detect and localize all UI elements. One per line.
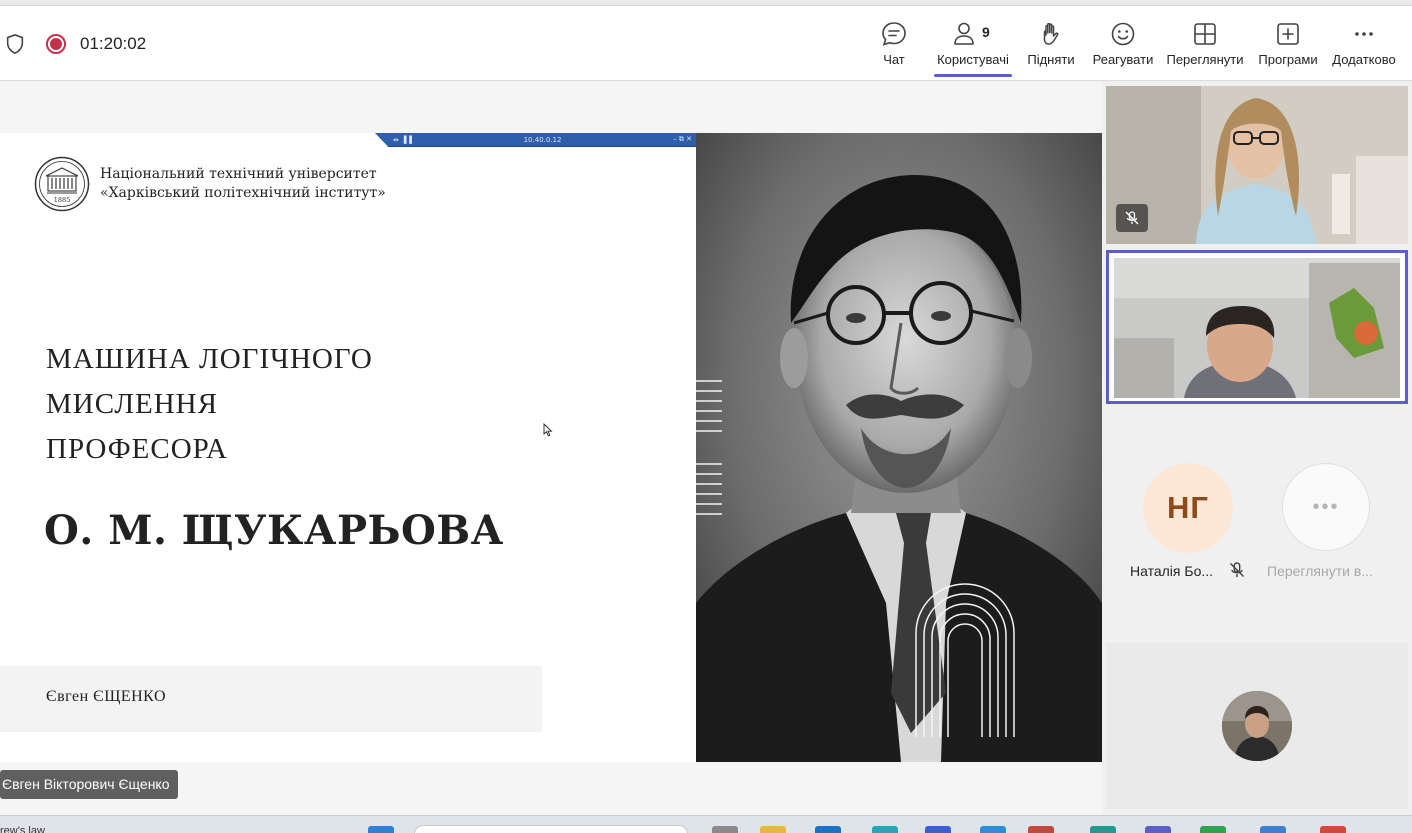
- raise-hand-button[interactable]: Підняти: [1012, 6, 1090, 81]
- react-button[interactable]: Реагувати: [1090, 6, 1156, 81]
- author-band: Євген ЄЩЕНКО: [0, 666, 542, 732]
- participant-video-tile-2-active-speaker[interactable]: [1106, 250, 1408, 404]
- more-icon: [1355, 32, 1373, 36]
- view-all-participants-label[interactable]: Переглянути в...: [1267, 563, 1373, 579]
- taskbar-app-icon[interactable]: [1200, 826, 1226, 833]
- remote-ip: 10.40.0.12: [523, 135, 562, 144]
- mic-muted-indicator: [1116, 204, 1148, 232]
- chat-icon: [882, 22, 906, 46]
- view-button[interactable]: Переглянути: [1156, 6, 1254, 81]
- title-line-1: МАШИНА ЛОГІЧНОГО: [46, 343, 373, 375]
- recording-icon: [46, 34, 66, 54]
- title-line-2: МИСЛЕННЯ: [46, 388, 218, 420]
- start-icon[interactable]: [368, 826, 394, 833]
- meeting-timer: 01:20:02: [80, 34, 147, 53]
- taskbar-window-title[interactable]: rew's law: [0, 825, 45, 833]
- raise-hand-label: Підняти: [1027, 52, 1075, 67]
- taskbar-app-icon[interactable]: [1260, 826, 1286, 833]
- slide-title-name: О. М. ЩУКАРЬОВА: [44, 507, 504, 554]
- portrait-photo: [696, 133, 1102, 762]
- participant-video-tile-1[interactable]: [1106, 86, 1408, 244]
- mouse-cursor-icon: [543, 423, 553, 437]
- presentation-slide: ⇹ ▐▐ 10.40.0.12 – ⧉ ✕ 1885 Національний …: [0, 133, 1102, 762]
- participant-video-1: [1106, 86, 1408, 244]
- window-controls-icon[interactable]: – ⧉ ✕: [673, 135, 692, 144]
- participant-avatar-photo: [1222, 691, 1292, 761]
- taskbar-app-icon[interactable]: [980, 826, 1006, 833]
- participant-name-ng: Наталія Бо...: [1130, 563, 1214, 579]
- apps-label: Програми: [1258, 52, 1318, 67]
- people-button[interactable]: 9 Користувачі: [934, 6, 1012, 81]
- university-line-2: «Харківський політехнічний інститут»: [100, 185, 386, 201]
- more-dots-icon: •••: [1312, 495, 1340, 518]
- participant-video-2: [1114, 258, 1400, 398]
- shared-screen-stage: ⇹ ▐▐ 10.40.0.12 – ⧉ ✕ 1885 Національний …: [0, 82, 1102, 815]
- view-all-participants-avatar[interactable]: •••: [1282, 463, 1370, 551]
- taskbar-app-icon[interactable]: [1028, 826, 1054, 833]
- more-label: Додатково: [1332, 52, 1396, 67]
- university-name: Національний технічний університет «Харк…: [100, 165, 386, 203]
- active-tab-indicator: [934, 74, 1012, 77]
- add-app-icon: [1277, 23, 1299, 45]
- smile-icon: [1111, 22, 1135, 46]
- view-label: Переглянути: [1166, 52, 1244, 67]
- meeting-status: 01:20:02: [0, 32, 146, 56]
- chat-button[interactable]: Чат: [854, 6, 934, 81]
- grid-view-icon: [1194, 23, 1216, 45]
- participant-avatar-ng[interactable]: НГ: [1143, 463, 1233, 553]
- remote-desktop-bar[interactable]: ⇹ ▐▐ 10.40.0.12 – ⧉ ✕: [375, 133, 710, 147]
- people-label: Користувачі: [937, 52, 1009, 67]
- shield-icon: [6, 34, 24, 55]
- teams-icon[interactable]: [1145, 826, 1171, 833]
- taskbar-app-icon[interactable]: [872, 826, 898, 833]
- toolbar-buttons: Чат 9 Користувачі Підняти Реагувати Пере…: [854, 6, 1412, 81]
- taskbar-app-icon[interactable]: [1090, 826, 1116, 833]
- raise-hand-icon: [1043, 22, 1059, 45]
- os-taskbar: rew's law: [0, 815, 1412, 833]
- folder-icon[interactable]: [760, 826, 786, 833]
- taskbar-search[interactable]: [414, 825, 688, 833]
- mic-off-icon: [1125, 211, 1139, 225]
- people-count: 9: [982, 24, 990, 40]
- taskbar-app-icon[interactable]: [712, 826, 738, 833]
- more-button[interactable]: Додатково: [1322, 6, 1406, 81]
- taskbar-app-icon[interactable]: [925, 826, 951, 833]
- title-line-3: ПРОФЕСОРА: [46, 433, 228, 465]
- logo-year: 1885: [54, 196, 71, 204]
- taskbar-app-icon[interactable]: [1320, 826, 1346, 833]
- pin-icon[interactable]: ⇹ ▐▐: [393, 136, 412, 144]
- chat-label: Чат: [883, 52, 905, 67]
- react-label: Реагувати: [1092, 52, 1154, 67]
- mic-off-icon: [1230, 562, 1244, 577]
- apps-button[interactable]: Програми: [1254, 6, 1322, 81]
- slide-title: МАШИНА ЛОГІЧНОГО МИСЛЕННЯ ПРОФЕСОРА: [46, 337, 373, 472]
- meeting-toolbar: 01:20:02 Чат 9 Користувачі Підняти Реагу…: [0, 6, 1412, 81]
- slide-author: Євген ЄЩЕНКО: [46, 688, 166, 705]
- university-line-1: Національний технічний університет: [100, 166, 377, 182]
- taskbar-app-icon[interactable]: [815, 826, 841, 833]
- people-icon: [954, 22, 974, 45]
- participant-tile-3[interactable]: [1106, 643, 1408, 809]
- presenter-name-tag: Євген Вікторович Єщенко: [0, 770, 178, 799]
- university-logo: 1885: [34, 156, 90, 212]
